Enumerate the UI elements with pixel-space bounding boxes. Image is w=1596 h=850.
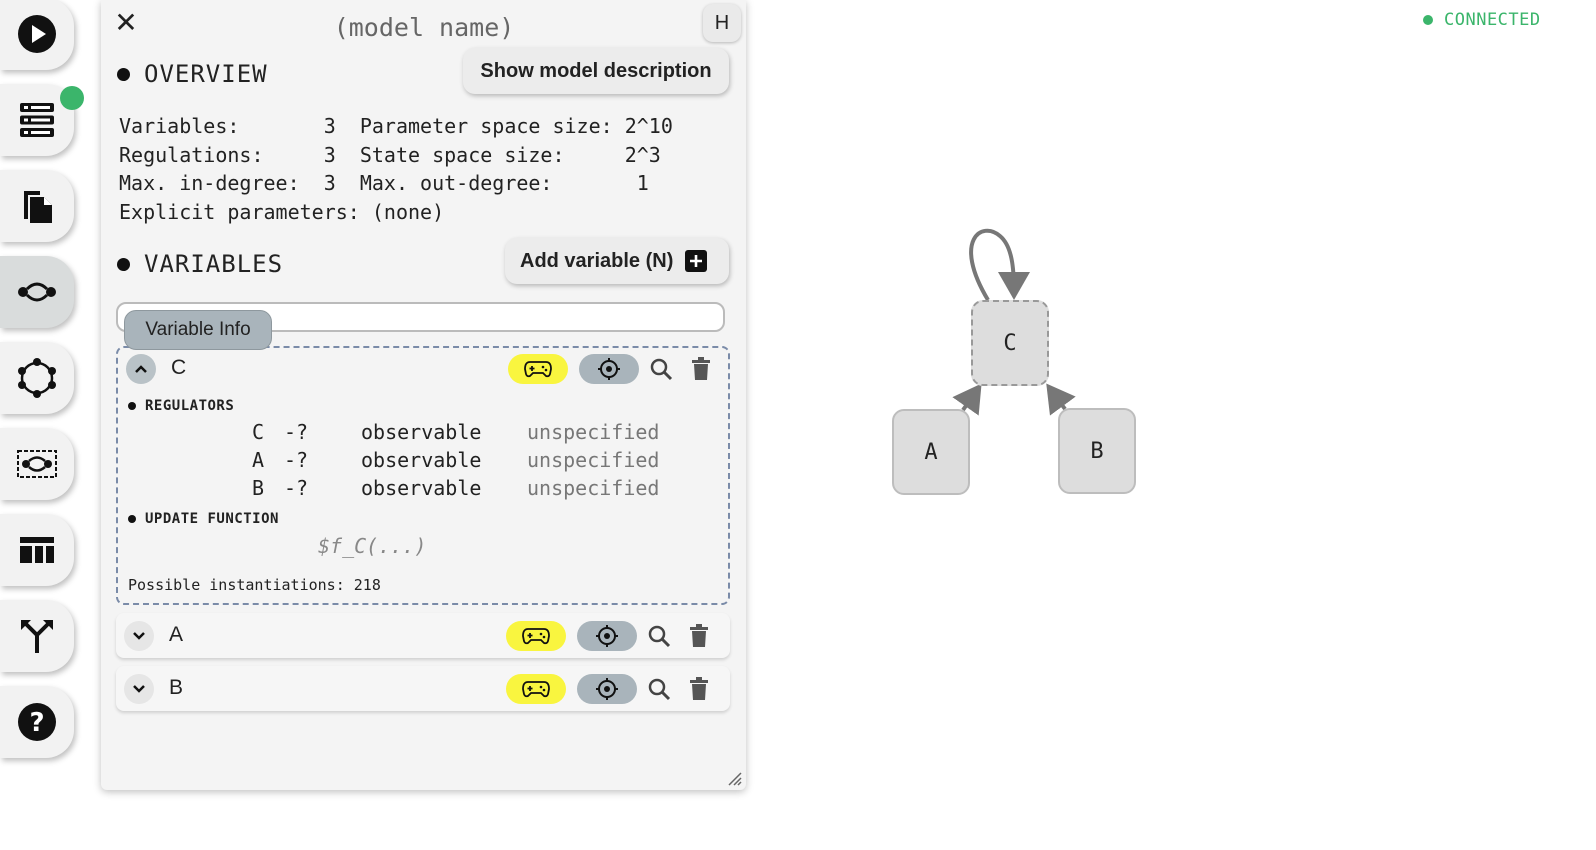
- focus-node-button[interactable]: [577, 621, 637, 651]
- connection-status: CONNECTED: [1423, 10, 1541, 30]
- find-button[interactable]: [646, 354, 676, 384]
- model-name-input[interactable]: [251, 10, 597, 44]
- network-icon: [18, 358, 56, 398]
- variables-title: VARIABLES: [117, 250, 283, 278]
- merge-button[interactable]: [0, 600, 74, 672]
- gamepad-button[interactable]: [508, 354, 568, 384]
- edge-a-to-c: [952, 383, 982, 416]
- find-button[interactable]: [644, 674, 674, 704]
- variable-card-c: C REGULATORS C -? observable unspecified…: [116, 346, 730, 605]
- search-icon: [650, 358, 673, 381]
- collapse-variable-button[interactable]: [126, 354, 156, 384]
- regulators-title: REGULATORS: [128, 398, 234, 414]
- crosshair-icon: [596, 678, 618, 700]
- graph-node-c[interactable]: C: [971, 300, 1049, 386]
- help-button[interactable]: ?: [0, 686, 74, 758]
- update-function-input[interactable]: $f_C(...): [318, 534, 426, 558]
- variable-info-tooltip: Variable Info: [124, 310, 272, 350]
- network-button[interactable]: [0, 342, 74, 414]
- model-editor-button[interactable]: [0, 256, 74, 328]
- expand-variable-button[interactable]: [124, 621, 154, 651]
- hotkeys-button[interactable]: H: [703, 4, 741, 42]
- delete-variable-button[interactable]: [686, 354, 716, 384]
- observable-toggle[interactable]: observable: [361, 448, 481, 472]
- gamepad-icon: [522, 628, 550, 645]
- find-button[interactable]: [644, 621, 674, 651]
- monotonicity-toggle[interactable]: unspecified: [527, 420, 659, 444]
- trash-icon: [690, 677, 708, 700]
- monotonicity-toggle[interactable]: unspecified: [527, 448, 659, 472]
- observable-toggle[interactable]: observable: [361, 476, 481, 500]
- run-button[interactable]: [0, 0, 74, 70]
- monotonicity-toggle[interactable]: unspecified: [527, 476, 659, 500]
- search-icon: [648, 625, 671, 648]
- instantiations-count: Possible instantiations: 218: [128, 576, 381, 594]
- plus-box-icon: [685, 250, 708, 272]
- search-icon: [648, 678, 671, 701]
- variable-card-a: A: [116, 613, 730, 658]
- model-editor-panel: ✕ H OVERVIEW Show model description Vari…: [101, 0, 746, 790]
- gamepad-button[interactable]: [506, 621, 566, 651]
- resize-handle-icon[interactable]: [726, 770, 742, 786]
- dashboard-button[interactable]: [0, 514, 74, 586]
- show-description-button[interactable]: Show model description: [463, 48, 729, 94]
- crosshair-icon: [596, 625, 618, 647]
- graph-node-a[interactable]: A: [892, 409, 970, 495]
- delete-variable-button[interactable]: [684, 674, 714, 704]
- variable-card-b: B: [116, 666, 730, 711]
- variable-name[interactable]: B: [169, 676, 183, 700]
- graph-node-b[interactable]: B: [1058, 408, 1136, 494]
- focus-node-button[interactable]: [577, 674, 637, 704]
- model-editor-icon: [18, 282, 56, 302]
- help-icon: ?: [18, 703, 56, 741]
- gamepad-button[interactable]: [506, 674, 566, 704]
- server-list-icon: [20, 103, 54, 137]
- gamepad-icon: [524, 361, 552, 378]
- focus-node-button[interactable]: [579, 354, 639, 384]
- regulation-type-toggle[interactable]: -?: [284, 448, 308, 472]
- close-panel-button[interactable]: ✕: [113, 8, 139, 38]
- regulation-type-toggle[interactable]: -?: [284, 476, 308, 500]
- expand-variable-button[interactable]: [124, 674, 154, 704]
- update-function-title: UPDATE FUNCTION: [128, 511, 279, 527]
- status-dot-icon: [1423, 15, 1433, 25]
- gamepad-icon: [522, 681, 550, 698]
- edge-b-to-c: [1046, 383, 1076, 416]
- overview-stats: Variables: 3 Parameter space size: 2^10 R…: [119, 114, 673, 224]
- documents-icon: [24, 191, 52, 223]
- play-icon: [18, 15, 56, 53]
- merge-icon: [21, 620, 53, 653]
- delete-variable-button[interactable]: [684, 621, 714, 651]
- side-dock: ?: [0, 0, 92, 850]
- variable-name[interactable]: C: [171, 356, 186, 380]
- regulator-row: B -? observable unspecified: [252, 476, 660, 500]
- overview-title: OVERVIEW: [117, 60, 268, 88]
- regulator-row: A -? observable unspecified: [252, 448, 660, 472]
- observable-toggle[interactable]: observable: [361, 420, 481, 444]
- trash-icon: [692, 357, 710, 380]
- chevron-down-icon: [133, 632, 145, 640]
- chevron-up-icon: [135, 365, 147, 373]
- regulations-button[interactable]: [0, 428, 74, 500]
- server-status-badge: [60, 86, 84, 110]
- svg-text:?: ?: [29, 708, 44, 738]
- variable-name[interactable]: A: [169, 623, 183, 647]
- dashboard-icon: [20, 537, 54, 563]
- chevron-down-icon: [133, 685, 145, 693]
- crosshair-icon: [598, 358, 620, 380]
- add-variable-button[interactable]: Add variable (N): [505, 238, 729, 284]
- files-button[interactable]: [0, 170, 74, 242]
- regulator-row: C -? observable unspecified: [252, 420, 660, 444]
- regulations-icon: [17, 450, 57, 478]
- self-loop-edge-c: [969, 228, 1030, 302]
- regulation-type-toggle[interactable]: -?: [284, 420, 308, 444]
- trash-icon: [690, 624, 708, 647]
